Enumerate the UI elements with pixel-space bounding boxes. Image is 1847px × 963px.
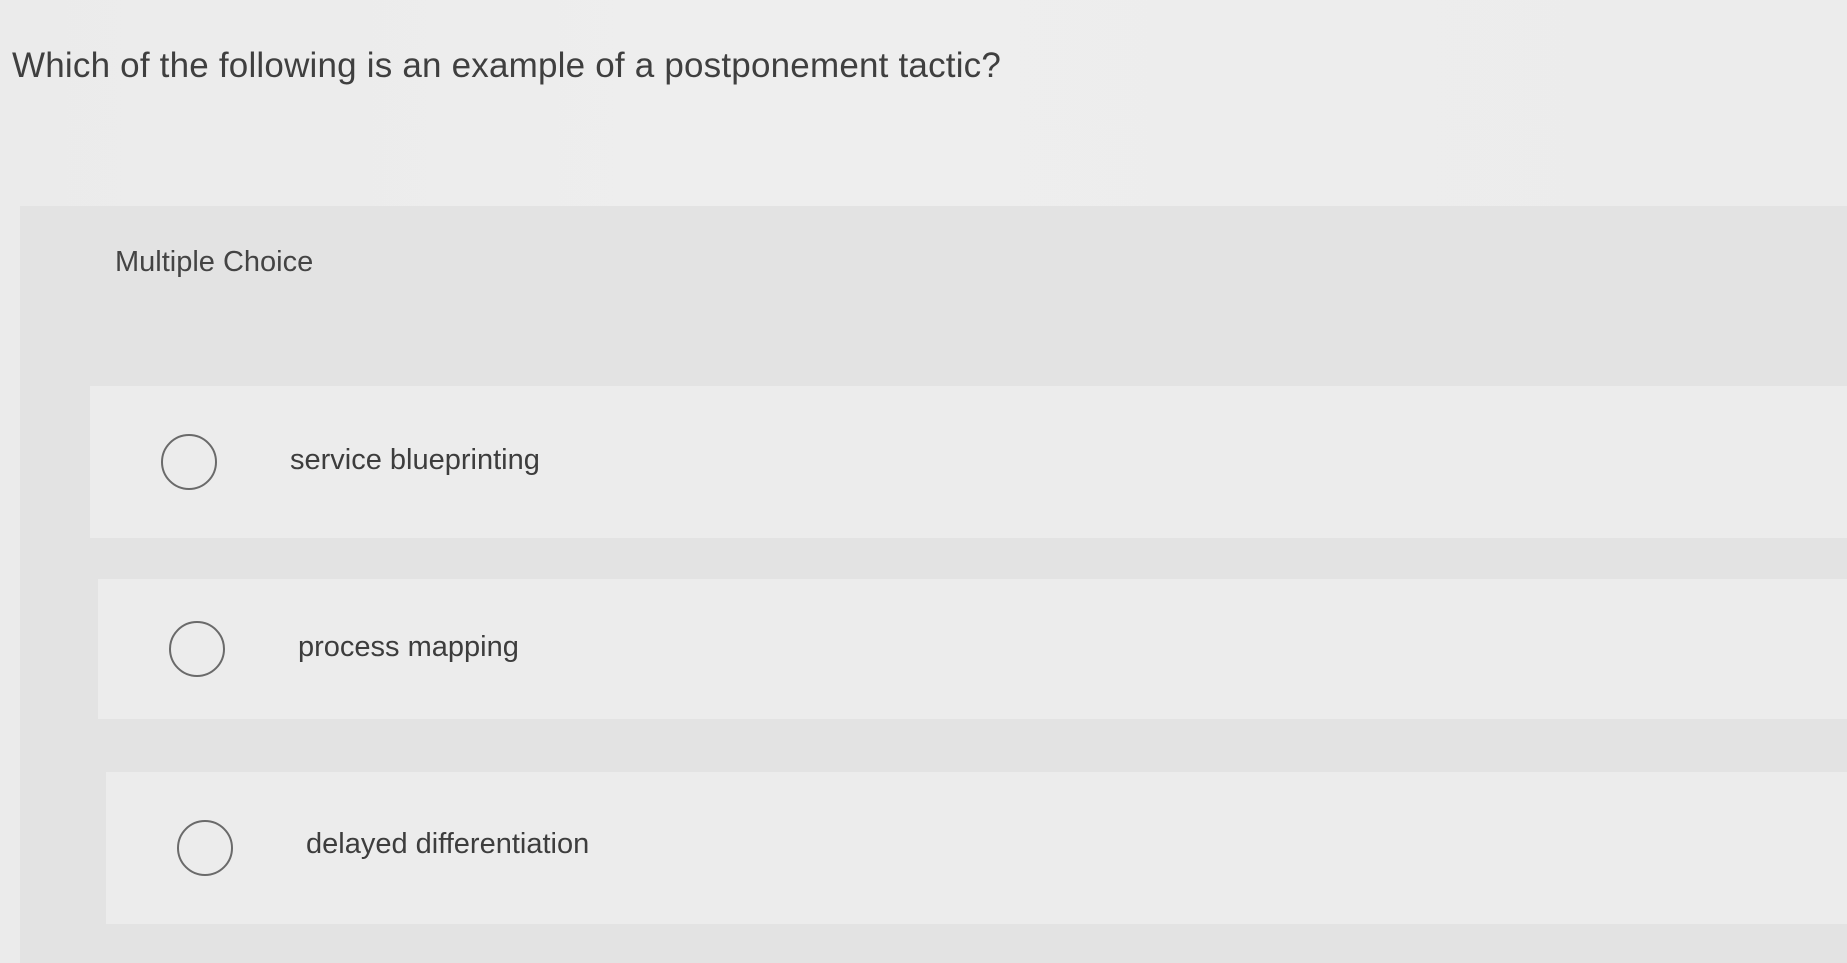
radio-button-icon[interactable] [161,434,217,490]
answer-option-label: process mapping [298,631,519,663]
answer-option-label: service blueprinting [290,444,540,476]
multiple-choice-panel: Multiple Choice service blueprinting pro… [20,206,1847,963]
answer-options: service blueprinting process mapping del… [20,206,1847,963]
question-text: Which of the following is an example of … [12,46,1002,85]
answer-option-service-blueprinting[interactable]: service blueprinting [90,386,1847,538]
radio-button-icon[interactable] [177,820,233,876]
answer-option-process-mapping[interactable]: process mapping [98,579,1847,719]
answer-option-label: delayed differentiation [306,828,590,860]
answer-option-delayed-differentiation[interactable]: delayed differentiation [106,772,1847,924]
radio-button-icon[interactable] [169,621,225,677]
